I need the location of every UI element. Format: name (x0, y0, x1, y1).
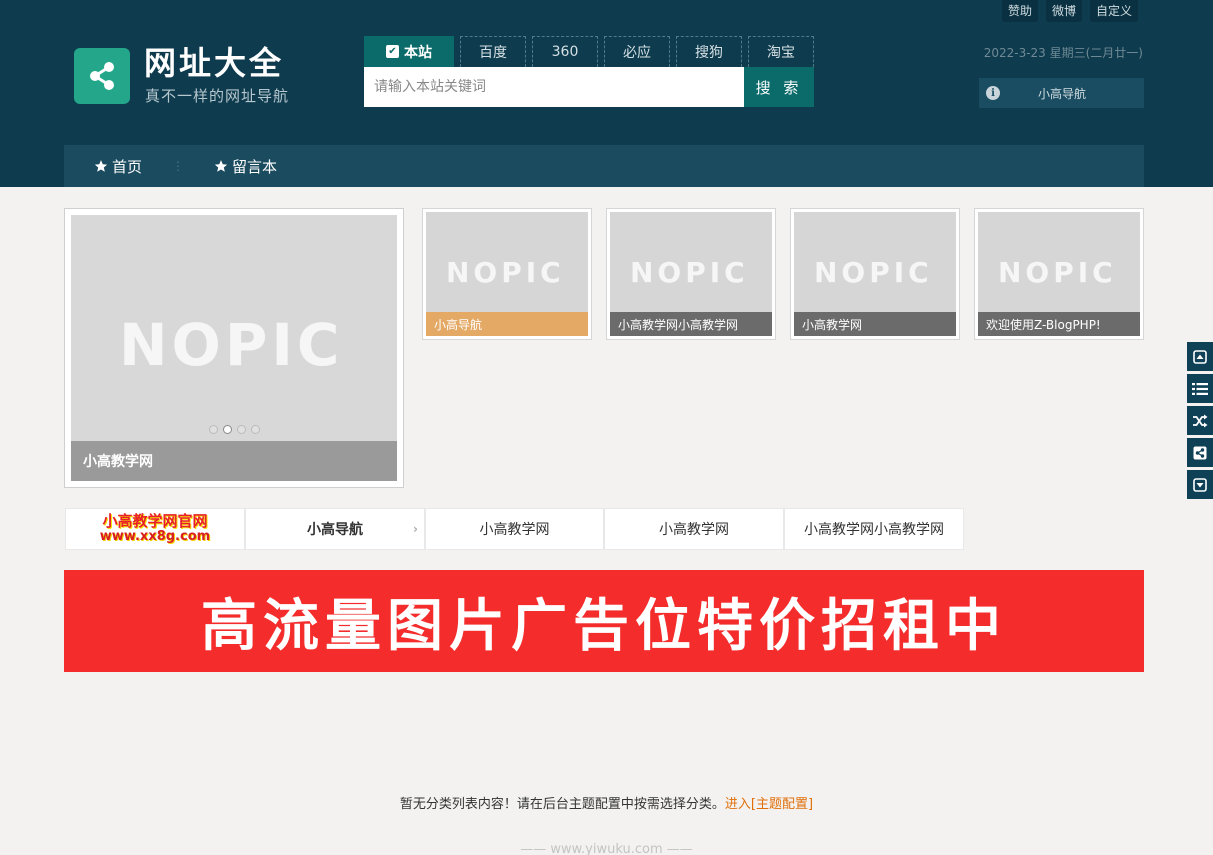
featured-card[interactable]: NOPIC 小高教学网小高教学网 (606, 208, 776, 340)
info-box[interactable]: i 小高导航 (979, 78, 1144, 108)
nopic-placeholder: NOPIC (119, 311, 344, 379)
link-item[interactable]: 小高导航 › (245, 508, 425, 550)
card-caption: 小高教学网 (794, 312, 956, 336)
random-button[interactable] (1187, 406, 1213, 435)
card-image: NOPIC 欢迎使用Z-BlogPHP! (978, 212, 1140, 336)
featured-card[interactable]: NOPIC 小高教学网 (790, 208, 960, 340)
slider-dot[interactable] (209, 425, 218, 434)
nopic-placeholder: NOPIC (814, 256, 933, 289)
nav-item-home[interactable]: 首页 (64, 156, 172, 177)
link-bar: 小高教学网官网 www.xx8g.com 小高导航 › 小高教学网 小高教学网 … (65, 508, 964, 550)
side-toolbar (1187, 342, 1213, 499)
top-icon (1193, 349, 1207, 364)
slider-caption[interactable]: 小高教学网 (71, 441, 397, 481)
list-icon (1192, 382, 1208, 395)
star-icon (94, 160, 108, 172)
search-tab-taobao[interactable]: 淘宝 (748, 36, 814, 67)
search-tabs: ✔ 本站 百度 360 必应 搜狗 淘宝 (364, 36, 814, 67)
featured-card[interactable]: NOPIC 小高导航 (422, 208, 592, 340)
featured-card[interactable]: NOPIC 欢迎使用Z-BlogPHP! (974, 208, 1144, 340)
link-item-label: 小高导航 (307, 522, 363, 538)
go-to-bottom-button[interactable] (1187, 470, 1213, 499)
slider-dot[interactable] (251, 425, 260, 434)
info-icon: i (986, 86, 1000, 100)
nopic-placeholder: NOPIC (998, 256, 1117, 289)
share-button[interactable] (1187, 438, 1213, 467)
card-image: NOPIC 小高导航 (426, 212, 588, 336)
share-icon (90, 62, 114, 90)
partner-logo-url: www.xx8g.com (99, 529, 211, 544)
search-tab-360[interactable]: 360 (532, 36, 598, 67)
featured-slider[interactable]: NOPIC 小高教学网 (64, 208, 404, 488)
nopic-placeholder: NOPIC (446, 256, 565, 289)
card-image: NOPIC 小高教学网小高教学网 (610, 212, 772, 336)
back-to-top-button[interactable] (1187, 342, 1213, 371)
slider-dot-active[interactable] (223, 425, 232, 434)
footer: —— www.yiwuku.com —— (520, 842, 693, 855)
theme-config-link[interactable]: 进入[主题配置] (725, 797, 813, 812)
link-item[interactable]: 小高教学网 (604, 508, 784, 550)
slider-dot[interactable] (237, 425, 246, 434)
nav-separator: ⋮ (172, 159, 185, 173)
top-link-custom[interactable]: 自定义 (1089, 0, 1138, 22)
card-caption: 小高导航 (426, 312, 588, 336)
nav-item-label: 首页 (112, 157, 143, 176)
nav-item-guestbook[interactable]: 留言本 (184, 156, 307, 177)
bottom-icon (1193, 477, 1207, 492)
nav-item-label: 留言本 (232, 157, 278, 176)
share-icon (1193, 446, 1207, 459)
main-nav: 首页 ⋮ 留言本 (64, 145, 1144, 187)
search-input[interactable] (364, 67, 744, 107)
search-tab-label: 本站 (404, 44, 432, 61)
link-item[interactable]: 小高教学网小高教学网 (784, 508, 964, 550)
slider-dots (209, 425, 260, 434)
search-tab-baidu[interactable]: 百度 (460, 36, 526, 67)
checkbox-icon: ✔ (386, 45, 399, 58)
ad-banner[interactable]: 高流量图片广告位特价招租中 (64, 570, 1144, 672)
brand-title[interactable]: 网址大全 (144, 44, 284, 82)
top-link-sponsor[interactable]: 赞助 (1001, 0, 1038, 22)
search-tab-site[interactable]: ✔ 本站 (364, 36, 454, 67)
search-tab-sogou[interactable]: 搜狗 (676, 36, 742, 67)
logo[interactable] (74, 48, 130, 104)
top-link-weibo[interactable]: 微博 (1045, 0, 1082, 22)
partner-logo[interactable]: 小高教学网官网 www.xx8g.com (65, 508, 245, 550)
search-tab-bing[interactable]: 必应 (604, 36, 670, 67)
directory-button[interactable] (1187, 374, 1213, 403)
top-links: 赞助 微博 自定义 (1001, 0, 1138, 22)
brand-subtitle: 真不一样的网址导航 (145, 87, 290, 105)
nopic-placeholder: NOPIC (630, 256, 749, 289)
card-caption: 欢迎使用Z-BlogPHP! (978, 312, 1140, 336)
notice-text: 暂无分类列表内容！请在后台主题配置中按需选择分类。 (399, 797, 725, 812)
slider-image[interactable]: NOPIC 小高教学网 (71, 215, 397, 481)
chevron-right-icon: › (413, 522, 418, 536)
star-icon (214, 160, 228, 172)
date-display: 2022-3-23 星期三(二月廿一) (983, 46, 1143, 60)
partner-logo-title: 小高教学网官网 (102, 512, 208, 530)
search-button[interactable]: 搜 索 (744, 67, 814, 107)
link-item[interactable]: 小高教学网 (425, 508, 604, 550)
empty-notice: 暂无分类列表内容！请在后台主题配置中按需选择分类。进入[主题配置] (0, 793, 1213, 812)
info-text: 小高导航 (1037, 86, 1086, 101)
header: 赞助 微博 自定义 网址大全 真不一样的网址导航 ✔ 本站 百度 360 必应 … (0, 0, 1213, 187)
random-icon (1193, 414, 1208, 427)
card-caption: 小高教学网小高教学网 (610, 312, 772, 336)
card-image: NOPIC 小高教学网 (794, 212, 956, 336)
